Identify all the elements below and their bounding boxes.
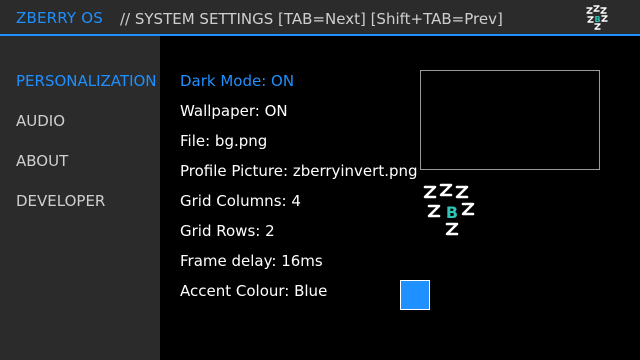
sidebar-item-developer[interactable]: DEVELOPER [16, 192, 105, 210]
setting-frame-delay[interactable]: Frame delay: 16ms [180, 252, 323, 270]
setting-grid-rows[interactable]: Grid Rows: 2 [180, 222, 275, 240]
zberry-logo-icon: B [586, 5, 608, 30]
wallpaper-preview [420, 70, 600, 170]
sidebar-item-personalization[interactable]: PERSONALIZATION [16, 72, 157, 90]
setting-wallpaper[interactable]: Wallpaper: ON [180, 102, 288, 120]
sidebar-item-about[interactable]: ABOUT [16, 152, 68, 170]
setting-dark-mode[interactable]: Dark Mode: ON [180, 72, 294, 90]
breadcrumb: // SYSTEM SETTINGS [TAB=Next] [Shift+TAB… [120, 10, 503, 28]
sidebar-item-audio[interactable]: AUDIO [16, 112, 65, 130]
sidebar: PERSONALIZATION AUDIO ABOUT DEVELOPER [0, 36, 160, 360]
setting-file[interactable]: File: bg.png [180, 132, 267, 150]
accent-colour-swatch [400, 280, 430, 310]
svg-text:B: B [594, 15, 600, 24]
svg-text:B: B [446, 203, 458, 222]
setting-accent-colour[interactable]: Accent Colour: Blue [180, 282, 327, 300]
top-bar: ZBERRY OS // SYSTEM SETTINGS [TAB=Next] … [0, 0, 640, 36]
profile-picture-icon: B [423, 183, 475, 236]
setting-profile-picture[interactable]: Profile Picture: zberryinvert.png [180, 162, 418, 180]
setting-grid-columns[interactable]: Grid Columns: 4 [180, 192, 301, 210]
app-title: ZBERRY OS [16, 9, 103, 27]
